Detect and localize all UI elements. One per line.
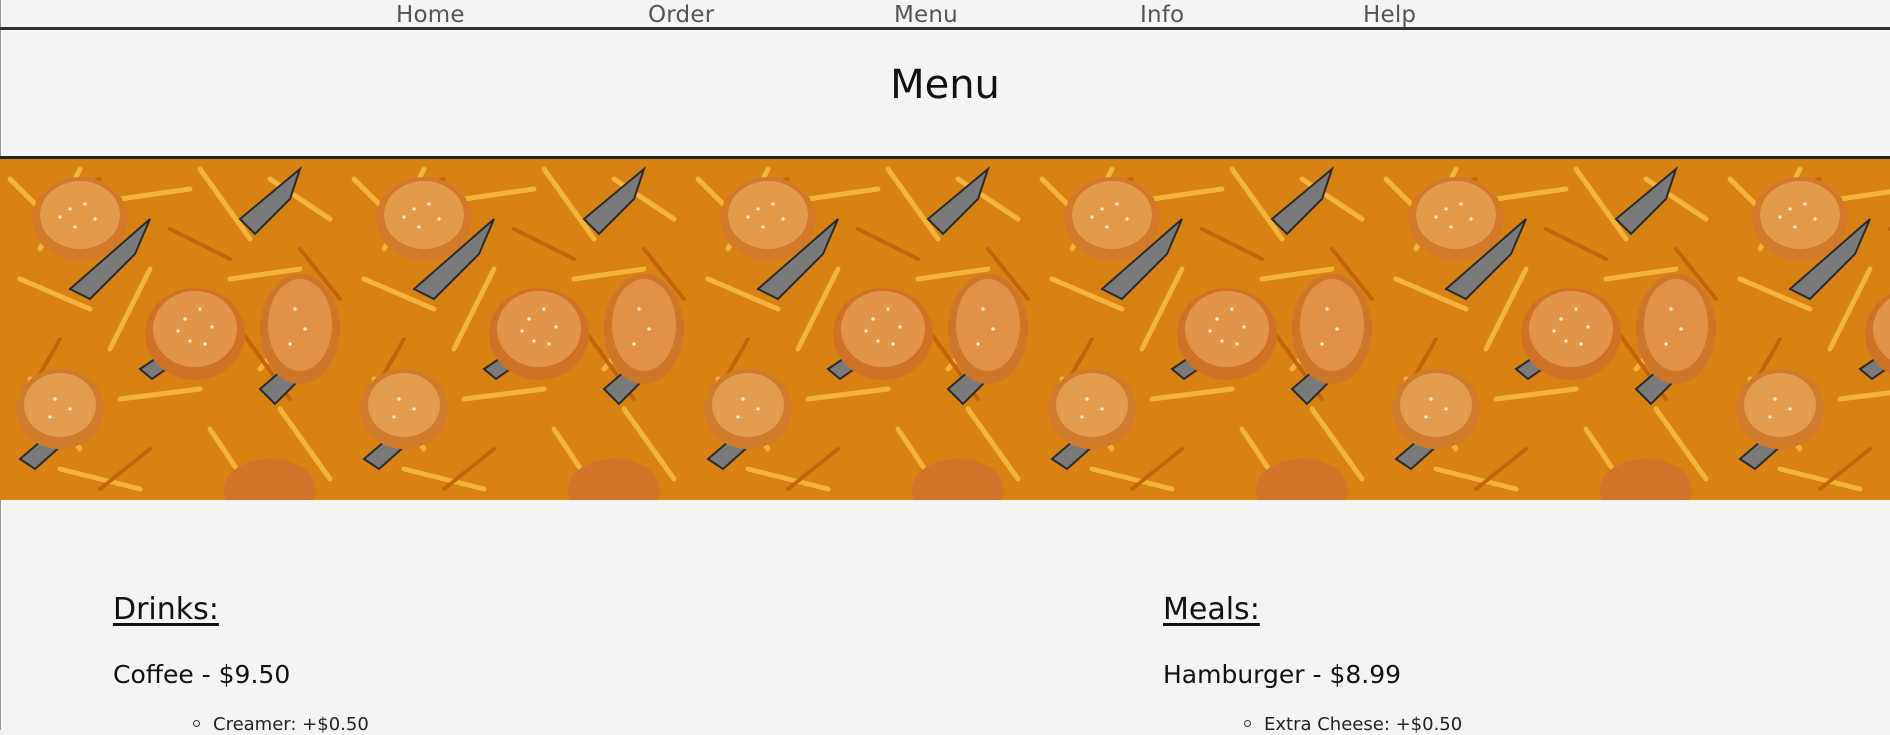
list-bullet-icon <box>1244 720 1251 727</box>
top-nav: Home Order Menu Info Help <box>0 0 1890 30</box>
menu-option-extra-cheese: Extra Cheese: +$0.50 <box>1244 714 1463 735</box>
list-bullet-icon <box>193 720 200 727</box>
drinks-heading: Drinks: <box>113 592 219 627</box>
menu-item-hamburger: Hamburger - $8.99 <box>1163 660 1402 689</box>
page-title: Menu <box>890 62 1000 108</box>
nav-link-menu[interactable]: Menu <box>894 2 958 28</box>
burgers-and-fries-banner-icon <box>0 159 1890 500</box>
nav-link-info[interactable]: Info <box>1140 2 1184 28</box>
nav-link-home[interactable]: Home <box>396 2 465 28</box>
nav-link-help[interactable]: Help <box>1363 2 1416 28</box>
menu-option-label: Creamer: +$0.50 <box>213 714 369 735</box>
menu-item-coffee: Coffee - $9.50 <box>113 660 291 689</box>
menu-option-label: Extra Cheese: +$0.50 <box>1264 714 1463 735</box>
meals-heading: Meals: <box>1163 592 1260 627</box>
menu-option-creamer: Creamer: +$0.50 <box>193 714 369 735</box>
food-banner-image <box>0 156 1890 500</box>
nav-link-order[interactable]: Order <box>648 2 714 28</box>
